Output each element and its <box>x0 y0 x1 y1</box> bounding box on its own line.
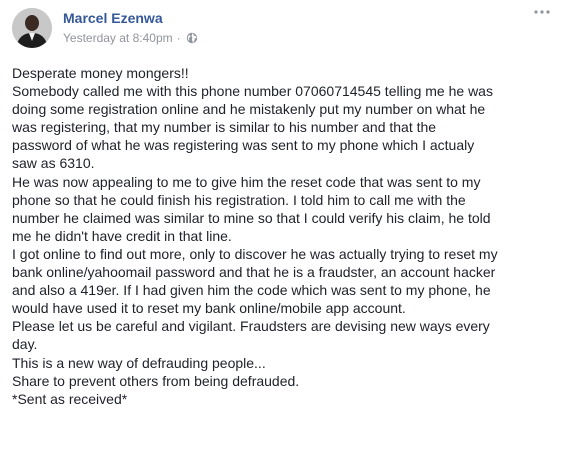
post-text-line: I got online to find out more, only to d… <box>12 245 498 262</box>
author-name-link[interactable]: Marcel Ezenwa <box>63 10 163 26</box>
post-text: Desperate money mongers!! Somebody calle… <box>12 64 564 408</box>
post-text-line: day. <box>12 336 38 353</box>
post-text-line: password of what he was registering was … <box>12 137 475 154</box>
post-text-line: Somebody called me with this phone numbe… <box>12 83 493 100</box>
post-text-line: Desperate money mongers!! <box>12 65 189 81</box>
post-text-line: He was now appealing to me to give him t… <box>12 173 481 190</box>
post-text-line: and also a 419er. If I had given him the… <box>12 282 491 299</box>
post-timestamp[interactable]: Yesterday at 8:40pm <box>63 31 173 45</box>
post-text-line: saw as 6310. <box>12 155 95 172</box>
facebook-post: Marcel Ezenwa Yesterday at 8:40pm · Desp… <box>0 0 574 457</box>
post-text-line: This is a new way of defrauding people..… <box>12 354 266 371</box>
post-text-line: *Sent as received* <box>12 390 128 407</box>
more-options-icon[interactable] <box>530 4 554 20</box>
post-text-line: bank online/yahoomail password and that … <box>12 264 496 281</box>
post-text-line: was registering, that my number is simil… <box>12 119 437 136</box>
post-text-line: Share to prevent others from being defra… <box>12 372 300 389</box>
profile-photo-icon[interactable] <box>12 8 52 48</box>
post-text-line: number he claimed was similar to mine so… <box>12 209 491 226</box>
post-text-line: me he didn't have credit in that line. <box>12 227 232 244</box>
avatar-graphic <box>12 8 52 48</box>
meta-separator: · <box>176 31 181 45</box>
post-text-line: would have used it to reset my bank onli… <box>12 300 406 317</box>
post-text-line: phone so that he could finish his regist… <box>12 191 466 208</box>
post-meta: Yesterday at 8:40pm · <box>63 31 198 45</box>
post-text-line: doing some registration online and he mi… <box>12 101 486 118</box>
post-text-line: Please let us be careful and vigilant. F… <box>12 318 490 335</box>
globe-icon[interactable] <box>186 32 198 44</box>
